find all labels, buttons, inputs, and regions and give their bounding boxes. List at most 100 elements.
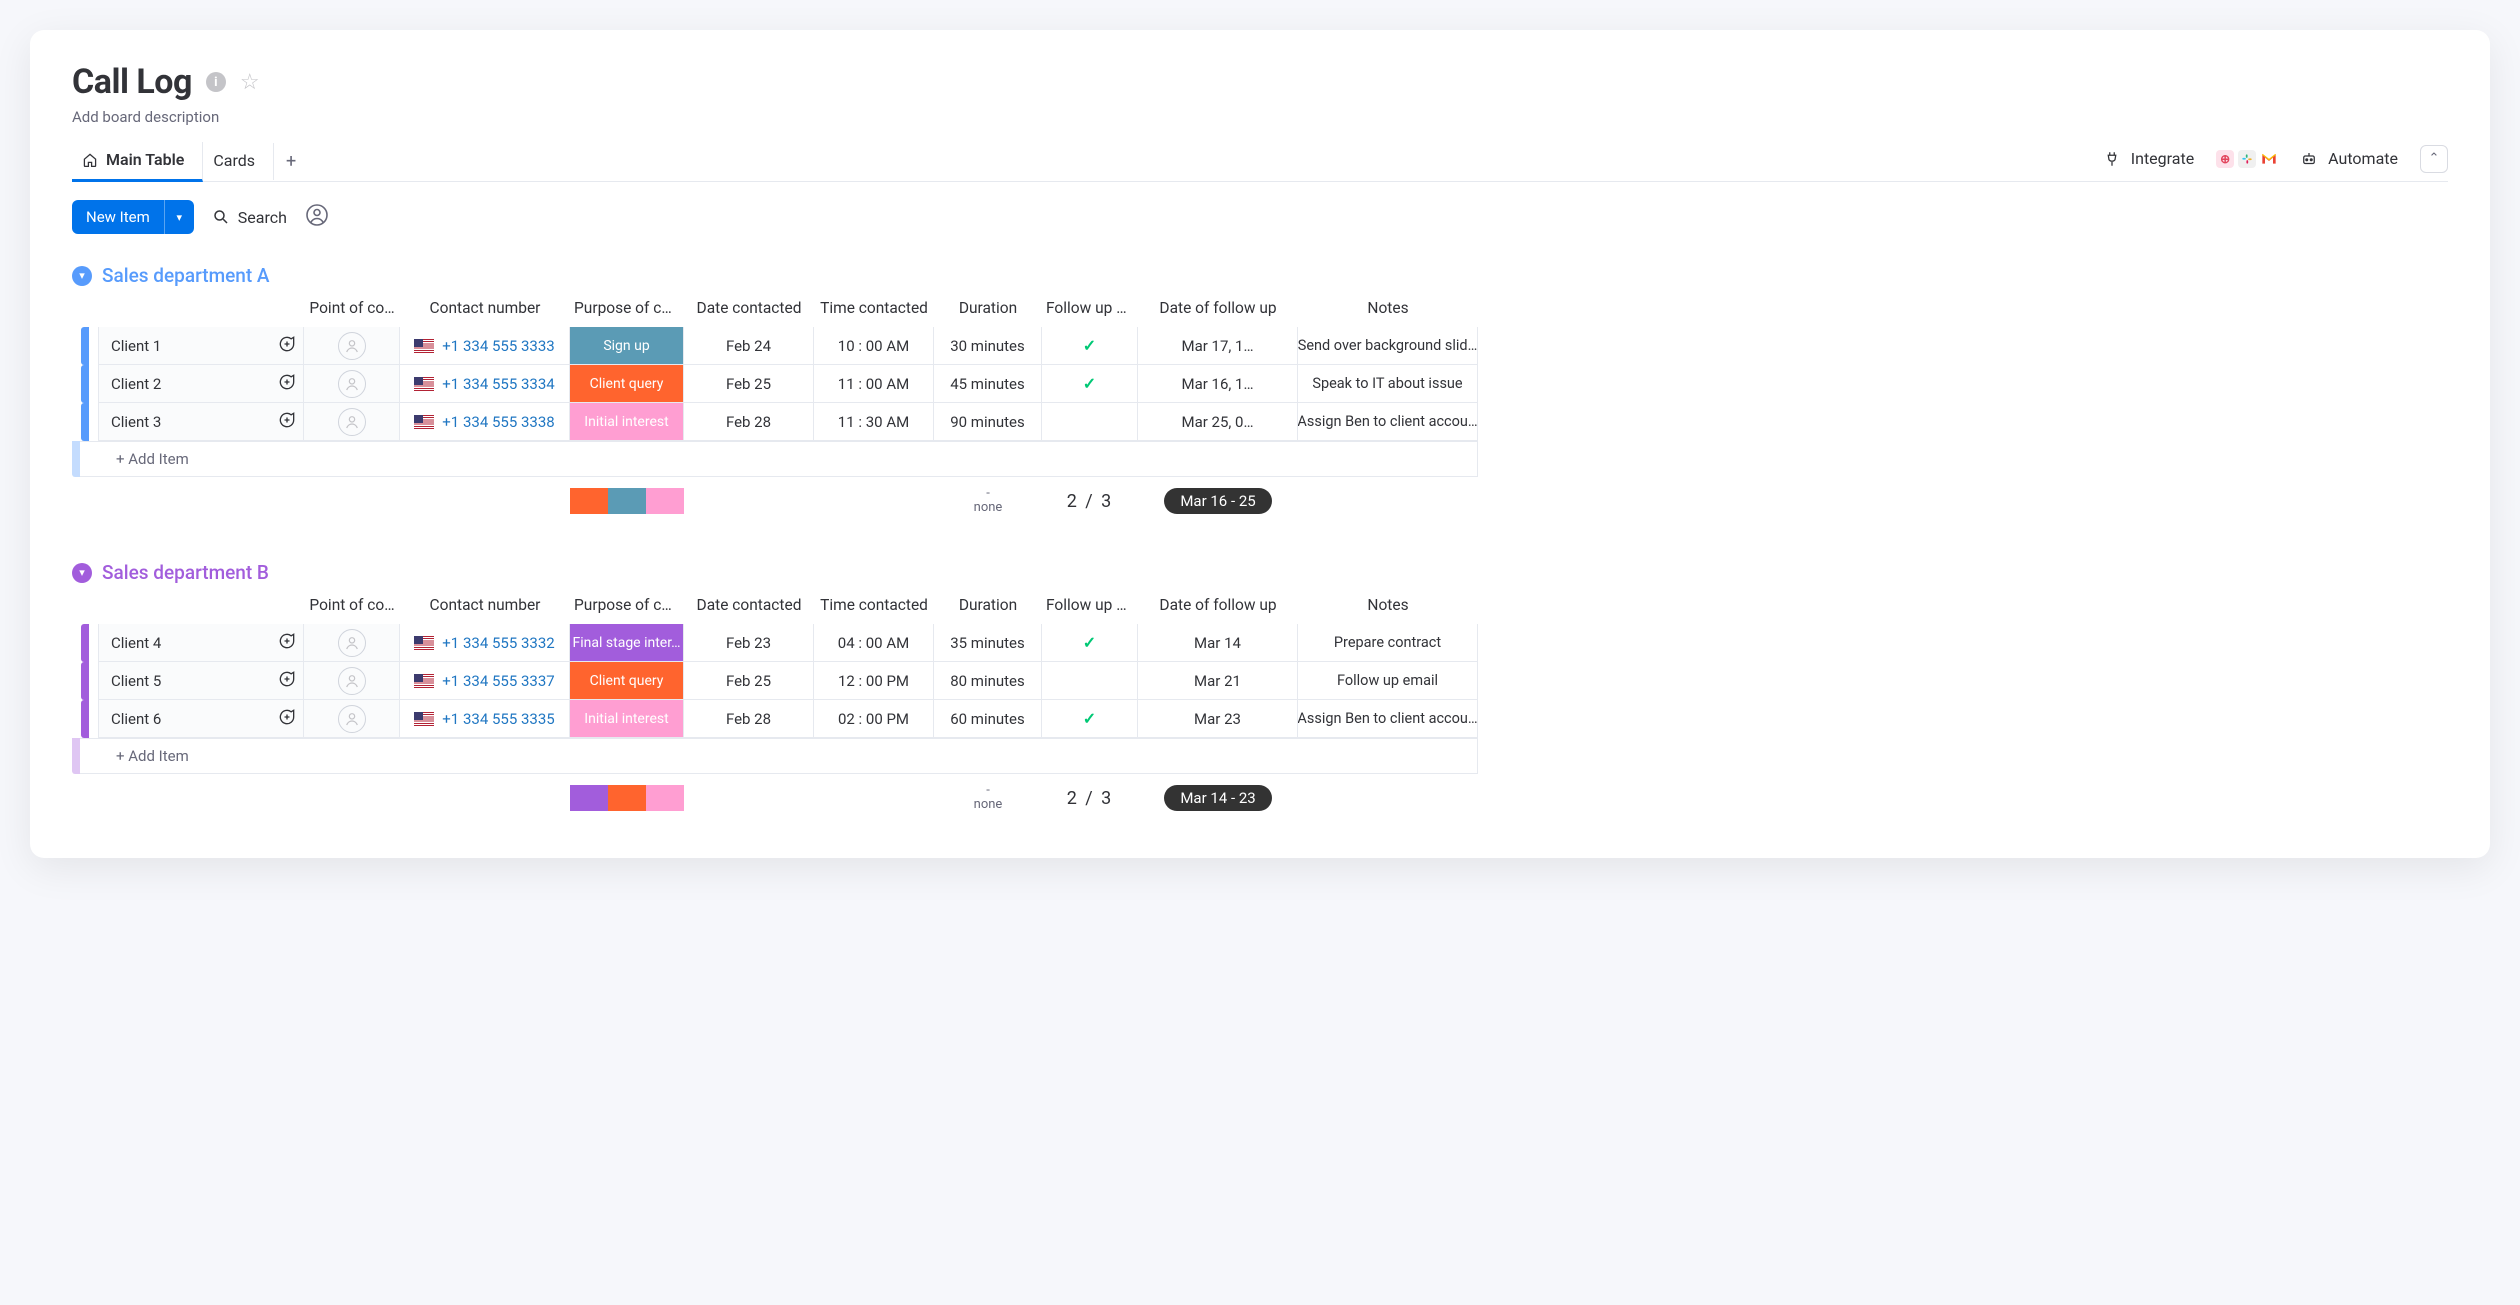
- duration-cell[interactable]: 30 minutes: [934, 327, 1042, 365]
- contact-number-cell[interactable]: +1 334 555 3337: [400, 662, 570, 700]
- purpose-cell[interactable]: Client query: [570, 365, 684, 403]
- column-header[interactable]: Date of follow up: [1138, 590, 1298, 624]
- duration-cell[interactable]: 90 minutes: [934, 403, 1042, 441]
- time-contacted-cell[interactable]: 11 : 00 AM: [814, 365, 934, 403]
- contact-number-cell[interactable]: +1 334 555 3335: [400, 700, 570, 738]
- item-name-cell[interactable]: Client 1: [98, 327, 304, 365]
- purpose-cell[interactable]: Initial interest: [570, 700, 684, 738]
- item-name-cell[interactable]: Client 2: [98, 365, 304, 403]
- time-contacted-cell[interactable]: 12 : 00 PM: [814, 662, 934, 700]
- integration-chip[interactable]: ⊕: [2216, 150, 2234, 168]
- followup-cell[interactable]: [1042, 403, 1138, 441]
- favorite-star-icon[interactable]: ☆: [240, 70, 260, 95]
- collapse-header-button[interactable]: ⌃: [2420, 145, 2448, 173]
- notes-cell[interactable]: Prepare contract: [1298, 624, 1478, 662]
- time-contacted-cell[interactable]: 10 : 00 AM: [814, 327, 934, 365]
- info-icon[interactable]: i: [206, 72, 226, 92]
- column-header[interactable]: Duration: [934, 293, 1042, 327]
- search-button[interactable]: Search: [212, 208, 287, 227]
- item-name-cell[interactable]: Client 4: [98, 624, 304, 662]
- follow-date-cell[interactable]: Mar 17, 1…: [1138, 327, 1298, 365]
- column-header[interactable]: Notes: [1298, 590, 1478, 624]
- gmail-icon[interactable]: [2260, 150, 2278, 168]
- column-header[interactable]: Point of co…: [304, 293, 400, 327]
- add-item-row[interactable]: + Add Item: [72, 738, 1478, 774]
- point-of-contact-cell[interactable]: [304, 624, 400, 662]
- board-description-placeholder[interactable]: Add board description: [72, 108, 2448, 126]
- point-of-contact-cell[interactable]: [304, 327, 400, 365]
- time-contacted-cell[interactable]: 04 : 00 AM: [814, 624, 934, 662]
- column-header[interactable]: Follow up p…: [1042, 590, 1138, 624]
- notes-cell[interactable]: Follow up email: [1298, 662, 1478, 700]
- point-of-contact-cell[interactable]: [304, 662, 400, 700]
- column-header[interactable]: Date contacted: [684, 293, 814, 327]
- contact-number-cell[interactable]: +1 334 555 3332: [400, 624, 570, 662]
- point-of-contact-cell[interactable]: [304, 403, 400, 441]
- notes-cell[interactable]: Speak to IT about issue: [1298, 365, 1478, 403]
- column-header[interactable]: Contact number: [400, 293, 570, 327]
- duration-cell[interactable]: 60 minutes: [934, 700, 1042, 738]
- tab-main-table[interactable]: Main Table: [72, 142, 203, 182]
- point-of-contact-cell[interactable]: [304, 365, 400, 403]
- date-contacted-cell[interactable]: Feb 28: [684, 700, 814, 738]
- column-header[interactable]: Duration: [934, 590, 1042, 624]
- automate-button[interactable]: Automate: [2300, 149, 2398, 168]
- follow-date-cell[interactable]: Mar 23: [1138, 700, 1298, 738]
- follow-date-cell[interactable]: Mar 25, 0…: [1138, 403, 1298, 441]
- column-header[interactable]: Purpose of co…: [570, 590, 684, 624]
- column-header[interactable]: Follow up p…: [1042, 293, 1138, 327]
- item-name-cell[interactable]: Client 5: [98, 662, 304, 700]
- column-header[interactable]: Time contacted: [814, 293, 934, 327]
- column-header[interactable]: Date contacted: [684, 590, 814, 624]
- add-item-row[interactable]: + Add Item: [72, 441, 1478, 477]
- duration-cell[interactable]: 45 minutes: [934, 365, 1042, 403]
- column-header[interactable]: Point of co…: [304, 590, 400, 624]
- follow-date-cell[interactable]: Mar 21: [1138, 662, 1298, 700]
- point-of-contact-cell[interactable]: [304, 700, 400, 738]
- column-header[interactable]: Time contacted: [814, 590, 934, 624]
- group-title[interactable]: Sales department B: [102, 561, 269, 584]
- add-comment-icon[interactable]: [277, 372, 297, 396]
- notes-cell[interactable]: Send over background slid…: [1298, 327, 1478, 365]
- group-title[interactable]: Sales department A: [102, 264, 270, 287]
- column-header[interactable]: Purpose of co…: [570, 293, 684, 327]
- purpose-cell[interactable]: Final stage inter…: [570, 624, 684, 662]
- date-contacted-cell[interactable]: Feb 24: [684, 327, 814, 365]
- notes-cell[interactable]: Assign Ben to client accou…: [1298, 700, 1478, 738]
- follow-date-cell[interactable]: Mar 16, 1…: [1138, 365, 1298, 403]
- contact-number-cell[interactable]: +1 334 555 3333: [400, 327, 570, 365]
- follow-date-cell[interactable]: Mar 14: [1138, 624, 1298, 662]
- followup-cell[interactable]: ✓: [1042, 327, 1138, 365]
- add-view-button[interactable]: +: [274, 145, 308, 178]
- slack-icon[interactable]: [2238, 150, 2256, 168]
- date-contacted-cell[interactable]: Feb 25: [684, 662, 814, 700]
- column-header[interactable]: Contact number: [400, 590, 570, 624]
- tab-cards[interactable]: Cards: [203, 143, 274, 180]
- new-item-dropdown[interactable]: ▾: [164, 200, 194, 234]
- purpose-cell[interactable]: Sign up: [570, 327, 684, 365]
- new-item-button[interactable]: New Item ▾: [72, 200, 194, 234]
- date-contacted-cell[interactable]: Feb 25: [684, 365, 814, 403]
- group-collapse-toggle[interactable]: ▾: [72, 563, 92, 583]
- integrate-button[interactable]: Integrate: [2103, 149, 2194, 168]
- purpose-cell[interactable]: Client query: [570, 662, 684, 700]
- time-contacted-cell[interactable]: 11 : 30 AM: [814, 403, 934, 441]
- followup-cell[interactable]: ✓: [1042, 700, 1138, 738]
- duration-cell[interactable]: 80 minutes: [934, 662, 1042, 700]
- add-comment-icon[interactable]: [277, 334, 297, 358]
- column-header[interactable]: Date of follow up: [1138, 293, 1298, 327]
- followup-cell[interactable]: ✓: [1042, 365, 1138, 403]
- date-contacted-cell[interactable]: Feb 28: [684, 403, 814, 441]
- person-filter-button[interactable]: [305, 203, 329, 231]
- notes-cell[interactable]: Assign Ben to client accou…: [1298, 403, 1478, 441]
- add-comment-icon[interactable]: [277, 707, 297, 731]
- date-contacted-cell[interactable]: Feb 23: [684, 624, 814, 662]
- column-header[interactable]: Notes: [1298, 293, 1478, 327]
- add-comment-icon[interactable]: [277, 410, 297, 434]
- purpose-cell[interactable]: Initial interest: [570, 403, 684, 441]
- time-contacted-cell[interactable]: 02 : 00 PM: [814, 700, 934, 738]
- add-comment-icon[interactable]: [277, 669, 297, 693]
- item-name-cell[interactable]: Client 6: [98, 700, 304, 738]
- item-name-cell[interactable]: Client 3: [98, 403, 304, 441]
- group-collapse-toggle[interactable]: ▾: [72, 266, 92, 286]
